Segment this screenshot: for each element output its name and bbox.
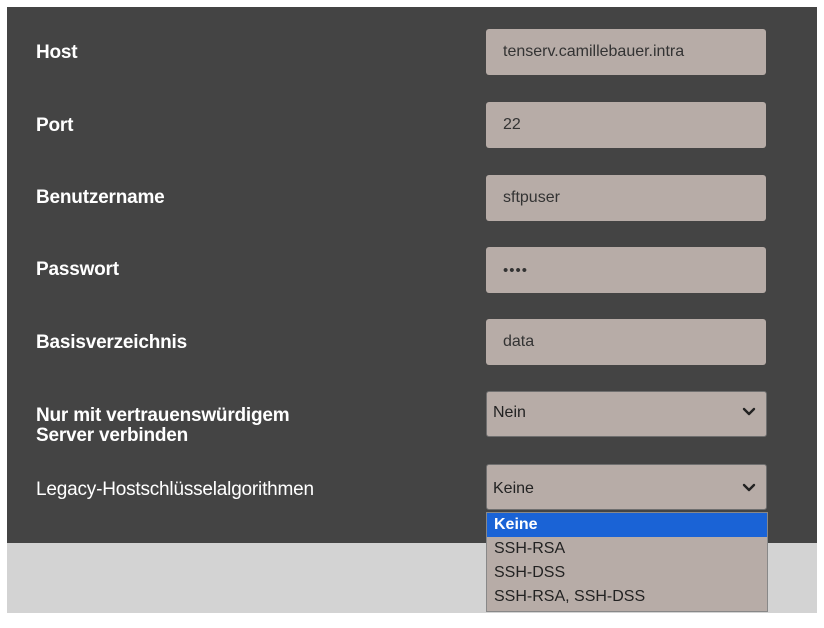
host-field[interactable]: tenserv.camillebauer.intra (486, 29, 766, 75)
chevron-down-icon (742, 407, 756, 416)
password-label: Passwort (36, 259, 119, 280)
chevron-down-icon (742, 483, 756, 492)
basedir-label: Basisverzeichnis (36, 332, 187, 353)
username-field[interactable]: sftpuser (486, 175, 766, 221)
password-field[interactable]: •••• (486, 247, 766, 293)
trusted-server-label: Nur mit vertrauenswürdigem Server verbin… (36, 405, 290, 446)
legacy-hostkey-select-value: Keine (493, 480, 534, 497)
username-label: Benutzername (36, 187, 165, 208)
port-field[interactable]: 22 (486, 102, 766, 148)
dropdown-option-ssh-dss[interactable]: SSH-DSS (487, 561, 767, 585)
dropdown-option-ssh-rsa-ssh-dss[interactable]: SSH-RSA, SSH-DSS (487, 585, 767, 609)
legacy-hostkey-dropdown: Keine SSH-RSA SSH-DSS SSH-RSA, SSH-DSS (486, 512, 768, 612)
trusted-server-select-value: Nein (493, 404, 526, 421)
trusted-server-label-line1: Nur mit vertrauenswürdigem (36, 405, 290, 426)
trusted-server-select[interactable]: Nein (486, 391, 767, 437)
host-label: Host (36, 42, 78, 63)
legacy-hostkey-select[interactable]: Keine (486, 464, 767, 510)
port-label: Port (36, 115, 74, 136)
basedir-field[interactable]: data (486, 319, 766, 365)
trusted-server-label-line2: Server verbinden (36, 425, 189, 446)
dropdown-option-keine[interactable]: Keine (487, 513, 767, 537)
legacy-hostkey-label: Legacy-Hostschlüsselalgorithmen (36, 479, 314, 500)
dropdown-option-ssh-rsa[interactable]: SSH-RSA (487, 537, 767, 561)
